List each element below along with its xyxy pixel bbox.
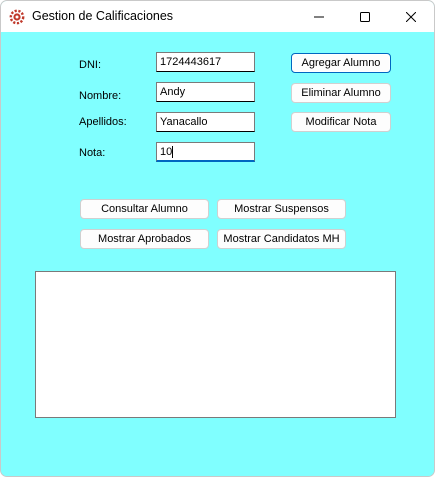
eliminar-alumno-button[interactable]: Eliminar Alumno (291, 83, 391, 103)
maximize-icon (360, 11, 370, 22)
maximize-button[interactable] (342, 1, 388, 32)
close-button[interactable] (388, 1, 434, 32)
nombre-label: Nombre: (79, 90, 122, 102)
apellidos-field[interactable] (156, 112, 255, 132)
dni-field[interactable] (156, 52, 255, 72)
agregar-alumno-button[interactable]: Agregar Alumno (291, 53, 391, 73)
dni-label: DNI: (79, 59, 101, 71)
mostrar-candidatos-mh-button[interactable]: Mostrar Candidatos MH (217, 229, 346, 249)
mostrar-suspensos-button[interactable]: Mostrar Suspensos (217, 199, 346, 219)
mostrar-aprobados-button[interactable]: Mostrar Aprobados (80, 229, 209, 249)
apellidos-label: Apellidos: (79, 116, 127, 128)
nombre-field[interactable] (156, 82, 255, 102)
results-listbox[interactable] (35, 271, 396, 418)
app-gear-icon (9, 9, 25, 25)
form-area: DNI: Nombre: Apellidos: Nota: 10 Agregar… (1, 32, 434, 476)
title-bar[interactable]: Gestion de Calificaciones (1, 1, 434, 32)
text-caret (172, 146, 174, 159)
window-title: Gestion de Calificaciones (32, 9, 174, 23)
nota-field-value: 10 (160, 146, 173, 158)
consultar-alumno-button[interactable]: Consultar Alumno (80, 199, 209, 219)
nota-label: Nota: (79, 147, 106, 159)
modificar-nota-button[interactable]: Modificar Nota (291, 112, 391, 132)
minimize-button[interactable] (296, 1, 342, 32)
app-window: Gestion de Calificaciones DNI: Nombre: A… (0, 0, 435, 477)
close-icon (406, 11, 416, 22)
nota-field[interactable]: 10 (156, 142, 255, 162)
minimize-icon (314, 16, 324, 17)
